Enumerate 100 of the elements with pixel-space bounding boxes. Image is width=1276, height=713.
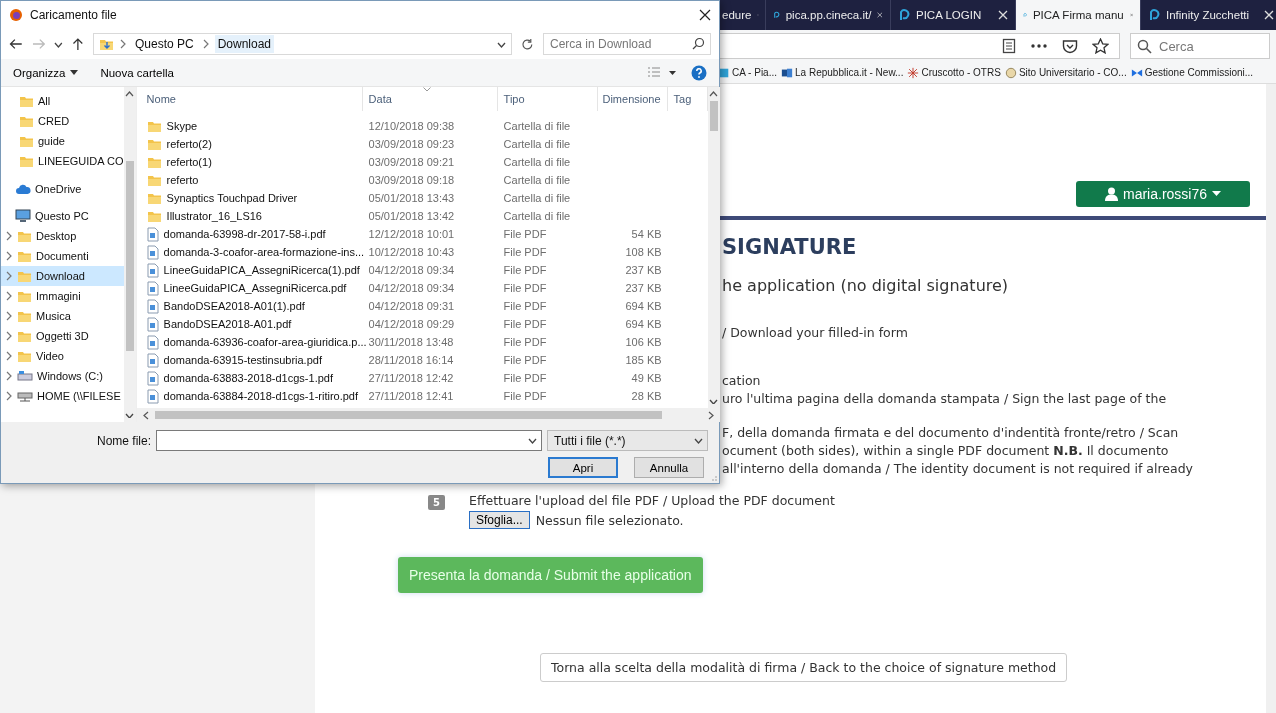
file-name[interactable]: BandoDSEA2018-A01.pdf	[136, 316, 363, 332]
file-name[interactable]: domanda-63915-testinsubria.pdf	[136, 352, 363, 368]
navigation-item[interactable]: Oggetti 3D	[1, 326, 124, 346]
navigation-item[interactable]: HOME (\\FILESE	[1, 386, 124, 406]
browser-tab[interactable]: PICA Firma manu	[1016, 0, 1141, 30]
navigation-item[interactable]: Desktop	[1, 226, 124, 246]
view-options-icon[interactable]	[647, 66, 677, 79]
refresh-icon[interactable]	[521, 37, 534, 51]
pocket-icon[interactable]	[1062, 38, 1078, 54]
file-name[interactable]: LineeGuidaPICA_AssegniRicerca.pdf	[136, 280, 363, 296]
file-name[interactable]: Synaptics Touchpad Driver	[136, 191, 363, 205]
document-icon	[146, 262, 159, 278]
navigation-item[interactable]: guide	[1, 131, 124, 151]
file-name[interactable]: domanda-63998-dr-2017-58-i.pdf	[136, 226, 363, 242]
scroll-right-icon[interactable]	[707, 410, 714, 420]
column-header[interactable]: Dimensione	[597, 87, 668, 111]
scroll-down-icon[interactable]	[709, 398, 719, 404]
up-icon[interactable]	[72, 37, 84, 51]
file-name[interactable]: LineeGuidaPICA_AssegniRicerca(1).pdf	[136, 262, 363, 278]
more-icon[interactable]	[1030, 43, 1048, 49]
file-size: 185 KB	[624, 354, 663, 366]
reader-view-icon[interactable]	[1002, 38, 1016, 54]
folder-icon	[146, 173, 162, 187]
caret-icon[interactable]	[528, 437, 537, 444]
caret-icon[interactable]	[54, 40, 64, 48]
file-name[interactable]: referto	[136, 173, 363, 187]
vertical-scrollbar[interactable]	[123, 87, 136, 422]
navigation-item[interactable]: Musica	[1, 306, 124, 326]
organize-menu[interactable]: Organizza	[9, 64, 83, 81]
column-header[interactable]: Tipo	[497, 87, 598, 111]
scrollbar-thumb[interactable]	[709, 101, 718, 131]
file-size: 237 KB	[624, 282, 663, 294]
back-icon[interactable]	[9, 38, 23, 50]
navigation-item[interactable]: Questo PC	[1, 206, 124, 226]
dialog-button[interactable]: Annulla	[634, 457, 704, 478]
navigation-item[interactable]: Immagini	[1, 286, 124, 306]
user-menu-button[interactable]: maria.rossi76	[1076, 181, 1250, 207]
folder-icon	[19, 94, 34, 108]
file-name-field[interactable]	[156, 430, 542, 451]
file-date: 04/12/2018 09:29	[367, 318, 456, 330]
navigation-item[interactable]: All	[1, 91, 124, 111]
address-field[interactable]: Questo PC Download	[92, 33, 513, 55]
star-icon[interactable]	[1092, 38, 1109, 54]
scrollbar-thumb[interactable]	[154, 411, 662, 419]
file-type-dropdown[interactable]: Tutti i file (*.*)	[547, 430, 708, 451]
file-name[interactable]: BandoDSEA2018-A01(1).pdf	[136, 298, 363, 314]
file-date: 04/12/2018 09:34	[367, 282, 456, 294]
browse-button[interactable]: Sfoglia...	[469, 511, 530, 529]
file-name[interactable]: Skype	[136, 119, 363, 133]
file-name[interactable]: domanda-63884-2018-d1cgs-1-ritiro.pdf	[136, 388, 363, 404]
scroll-down-icon[interactable]	[125, 412, 135, 418]
folder-icon	[17, 329, 32, 343]
navigation-item[interactable]: Download	[1, 266, 124, 286]
file-name[interactable]: referto(1)	[136, 155, 363, 169]
column-header[interactable]: Data	[362, 87, 498, 111]
vertical-scrollbar[interactable]	[707, 87, 720, 408]
back-button[interactable]: Torna alla scelta della modalità di firma / Back to the choice of signature method	[540, 653, 1068, 682]
search-field[interactable]: Cerca	[1130, 33, 1270, 59]
scroll-left-icon[interactable]	[142, 410, 149, 420]
horizontal-scrollbar[interactable]	[136, 408, 720, 422]
bookmark-icon	[1004, 66, 1017, 79]
folder-download-icon	[98, 37, 114, 51]
navigation-item[interactable]: CRED	[1, 111, 124, 131]
file-name[interactable]: Illustrator_16_LS16	[136, 209, 363, 223]
bookmark-link[interactable]: La Repubblica.it - New...	[781, 66, 904, 79]
dialog-button[interactable]: Apri	[548, 457, 618, 478]
file-type: File PDF	[502, 264, 548, 276]
file-date: 05/01/2018 13:43	[367, 192, 456, 204]
file-type: File PDF	[502, 336, 548, 348]
scrollbar-thumb[interactable]	[125, 161, 134, 351]
column-header[interactable]: Tag	[667, 87, 708, 111]
site-icon	[898, 9, 910, 21]
file-name[interactable]: domanda-63883-2018-d1cgs-1.pdf	[136, 370, 363, 386]
browser-tab[interactable]: Infinity Zucchetti	[1141, 0, 1276, 30]
navigation-item[interactable]: OneDrive	[1, 179, 124, 199]
sort-icon	[422, 87, 431, 92]
caret-icon[interactable]	[497, 40, 507, 48]
column-header[interactable]: Nome	[136, 87, 363, 111]
navigation-item[interactable]: Windows (C:)	[1, 366, 124, 386]
file-name[interactable]: domanda-3-coafor-area-formazione-ins...	[136, 244, 363, 260]
path-segment[interactable]: Questo PC	[131, 35, 197, 53]
bookmark-link[interactable]: Sito Universitario - CO...	[1004, 66, 1127, 79]
new-folder-button[interactable]: Nuova cartella	[96, 64, 178, 81]
file-type: Cartella di file	[502, 210, 572, 222]
navigation-item[interactable]: Video	[1, 346, 124, 366]
bookmark-link[interactable]: Gestione Commissioni...	[1130, 66, 1254, 79]
file-size: 694 KB	[624, 300, 663, 312]
scroll-up-icon[interactable]	[125, 91, 135, 97]
instruction-text: all'interno della domanda / The identity document is not required if already	[722, 461, 1194, 476]
file-name[interactable]: referto(2)	[136, 137, 363, 151]
caret-icon[interactable]	[694, 437, 703, 444]
scroll-up-icon[interactable]	[709, 91, 719, 97]
navigation-item[interactable]: Documenti	[1, 246, 124, 266]
search-field[interactable]: Cerca in Download	[543, 33, 711, 55]
help-icon[interactable]	[691, 64, 707, 81]
navigation-item[interactable]: LINEEGUIDA CO	[1, 151, 124, 171]
bookmark-link[interactable]: Cruscotto - OTRS	[907, 66, 1001, 79]
step-text: Effettuare l'upload del file PDF / Upload the PDF document	[469, 493, 835, 508]
document-icon	[146, 370, 159, 386]
path-segment[interactable]: Download	[214, 35, 275, 53]
